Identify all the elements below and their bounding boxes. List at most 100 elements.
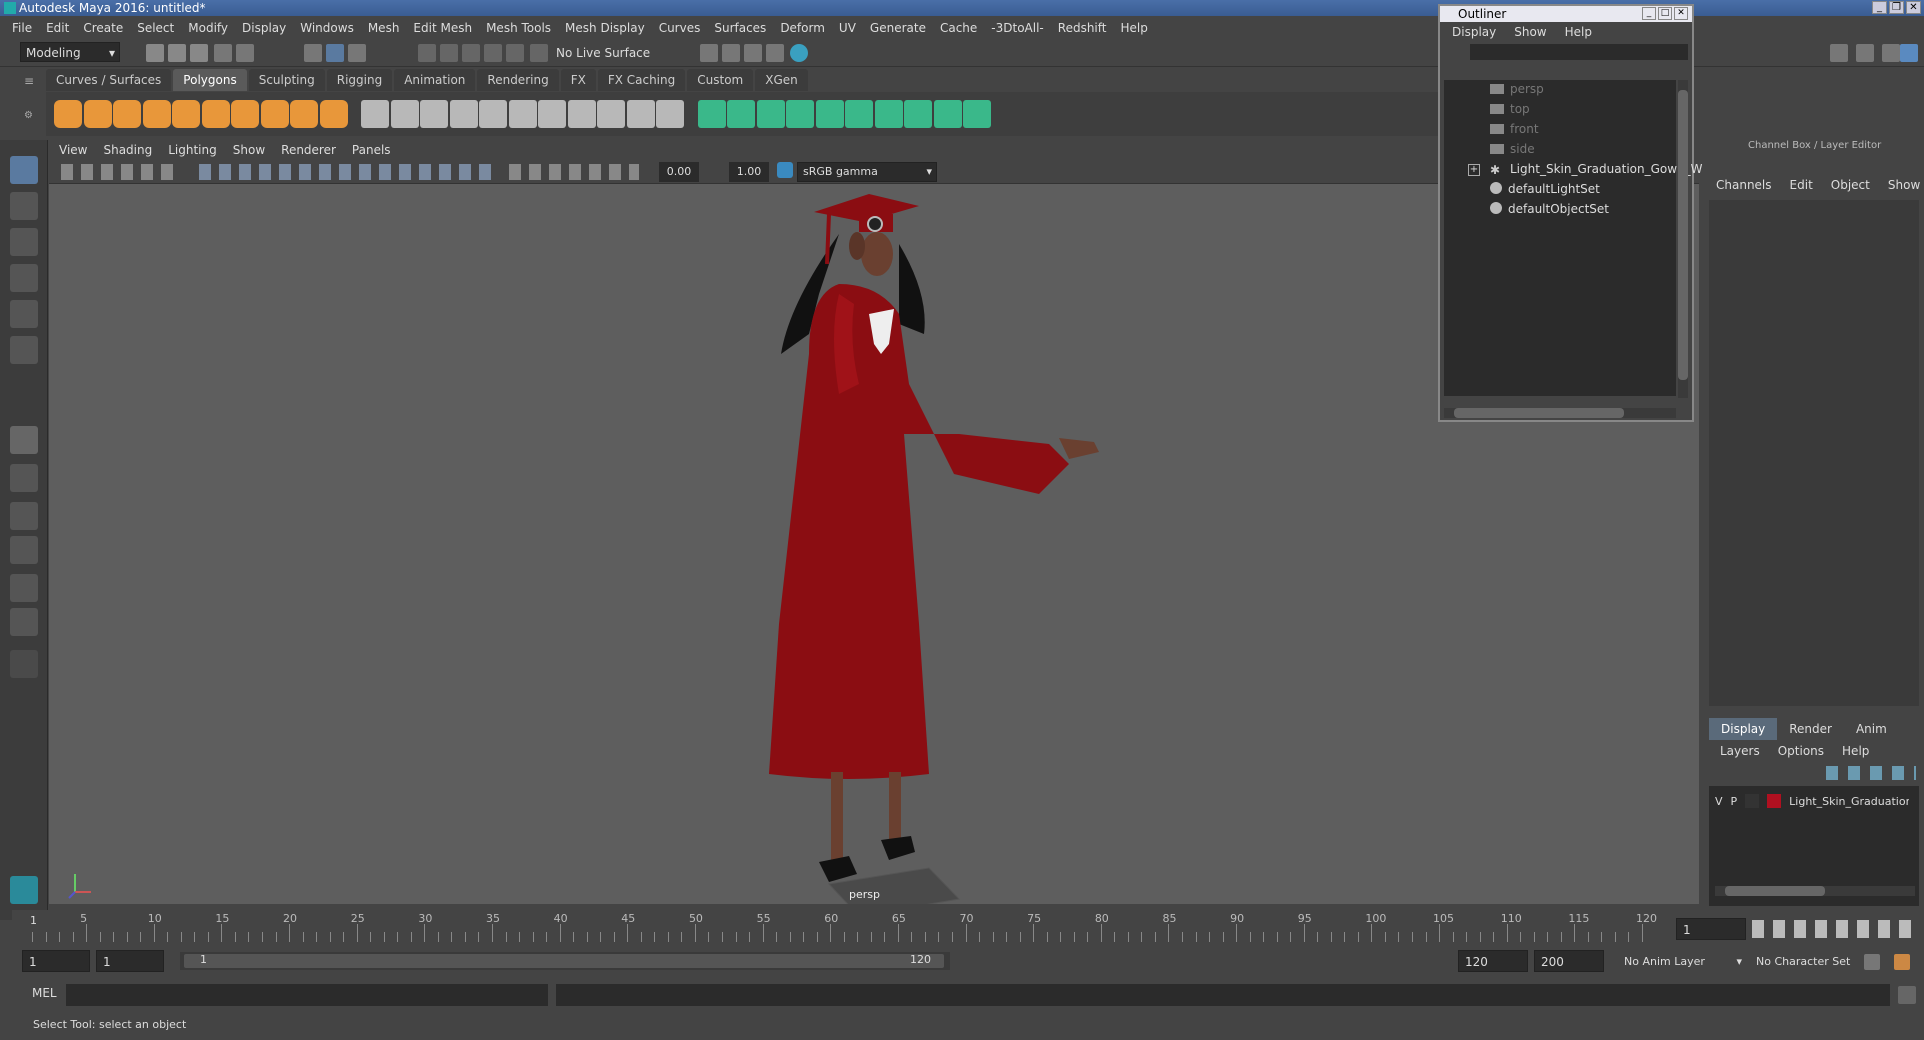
attribute-editor-icon[interactable]: [1856, 44, 1874, 62]
range-slider[interactable]: 1 120: [180, 952, 950, 970]
menu-mesh-tools[interactable]: Mesh Tools: [486, 21, 551, 35]
shelf-tab-xgen[interactable]: XGen: [755, 69, 808, 91]
outliner-hscroll-thumb[interactable]: [1454, 408, 1624, 418]
open-scene-icon[interactable]: [168, 44, 186, 62]
multi-cut-icon[interactable]: [697, 100, 726, 128]
channel-box-menu-show[interactable]: Show: [1888, 178, 1920, 192]
layout-icon[interactable]: [963, 100, 991, 128]
menu-redshift[interactable]: Redshift: [1058, 21, 1107, 35]
camera-tools-icon[interactable]: [61, 164, 181, 180]
select-hierarchy-icon[interactable]: [304, 44, 322, 62]
channel-box-area[interactable]: [1709, 200, 1919, 706]
viewport-menu-shading[interactable]: Shading: [103, 143, 152, 157]
shelf-tab-rigging[interactable]: Rigging: [326, 69, 393, 91]
menu-modify[interactable]: Modify: [188, 21, 228, 35]
single-perspective-layout-icon[interactable]: [10, 426, 38, 454]
channel-box-menu-edit[interactable]: Edit: [1790, 178, 1813, 192]
channel-box-menu-channels[interactable]: Channels: [1716, 178, 1772, 192]
viewport-menu-show[interactable]: Show: [233, 143, 265, 157]
current-frame-field[interactable]: 1: [1676, 918, 1746, 940]
outliner-item-gown[interactable]: ✱ Light_Skin_Graduation_Gown_W: [1490, 160, 1703, 178]
viewport-menu-renderer[interactable]: Renderer: [281, 143, 336, 157]
viewport-menu-view[interactable]: View: [59, 143, 87, 157]
menu-edit[interactable]: Edit: [46, 21, 69, 35]
shelf-tab-rendering[interactable]: Rendering: [477, 69, 559, 91]
color-space-dropdown[interactable]: sRGB gamma ▾: [797, 162, 937, 182]
playback-start-field[interactable]: 1: [96, 950, 164, 972]
outliner-item-defaultlightset[interactable]: defaultLightSet: [1490, 180, 1600, 198]
menu-curves[interactable]: Curves: [659, 21, 701, 35]
bevel-icon[interactable]: [597, 100, 625, 128]
cone-icon[interactable]: [142, 100, 171, 128]
isolate-tools-icon[interactable]: [509, 164, 639, 180]
transfer-icon[interactable]: [786, 100, 814, 128]
layer-name[interactable]: Light_Skin_Graduation: [1789, 795, 1909, 808]
outliner-vscroll-thumb[interactable]: [1678, 90, 1688, 380]
shelf-tab-fx-caching[interactable]: FX Caching: [597, 69, 686, 91]
redo-icon[interactable]: [236, 44, 254, 62]
shelf-settings-icon[interactable]: ⚙: [24, 110, 38, 124]
more-layouts-icon[interactable]: [10, 650, 38, 678]
auto-uv-icon[interactable]: [874, 100, 903, 128]
render-current-icon[interactable]: [722, 44, 740, 62]
rotate-tool-icon[interactable]: [10, 300, 38, 328]
script-editor-icon[interactable]: [1898, 986, 1916, 1004]
outliner-close-button[interactable]: ✕: [1674, 7, 1688, 20]
cube-icon[interactable]: [83, 100, 112, 128]
menu-generate[interactable]: Generate: [870, 21, 926, 35]
offset-loop-icon[interactable]: [727, 100, 755, 128]
layer-tab-render[interactable]: Render: [1777, 718, 1844, 740]
mirror-icon[interactable]: [508, 100, 537, 128]
paint-select-tool-icon[interactable]: [10, 228, 38, 256]
soccer-ball-icon[interactable]: [290, 100, 318, 128]
outliner-item-defaultobjectset[interactable]: defaultObjectSet: [1490, 200, 1609, 218]
layer-playback-toggle[interactable]: P: [1731, 795, 1738, 808]
outliner-vscrollbar[interactable]: [1678, 80, 1688, 398]
render-settings-icon[interactable]: [700, 44, 718, 62]
shelf-menu-icon[interactable]: ≡: [24, 74, 38, 88]
torus-icon[interactable]: [201, 100, 230, 128]
outliner-menu-display[interactable]: Display: [1452, 25, 1496, 39]
move-tool-icon[interactable]: [10, 264, 38, 292]
layer-type-toggle[interactable]: [1745, 794, 1760, 808]
layer-tools-icon[interactable]: [1826, 766, 1916, 780]
layer-tab-anim[interactable]: Anim: [1844, 718, 1899, 740]
graph-layout-icon[interactable]: [10, 574, 38, 602]
playback-end-field[interactable]: 120: [1458, 950, 1528, 972]
hypershade-icon[interactable]: [790, 44, 808, 62]
menu-file[interactable]: File: [12, 21, 32, 35]
character-set-dropdown[interactable]: No Character Set: [1756, 952, 1880, 972]
hypershade-layout-icon[interactable]: [10, 608, 38, 636]
outliner-search-field[interactable]: [1470, 44, 1688, 60]
viewport-menu-lighting[interactable]: Lighting: [168, 143, 217, 157]
snap-grid-icon[interactable]: [418, 44, 436, 62]
live-surface-label[interactable]: No Live Surface: [556, 44, 650, 62]
extract-icon[interactable]: [420, 100, 448, 128]
menu-mesh[interactable]: Mesh: [368, 21, 400, 35]
script-language-label[interactable]: MEL: [32, 986, 57, 1000]
snap-view-icon[interactable]: [484, 44, 502, 62]
extrude-icon[interactable]: [567, 100, 596, 128]
snap-point-icon[interactable]: [462, 44, 480, 62]
select-tool-icon[interactable]: [10, 156, 38, 184]
layer-hscrollbar[interactable]: [1715, 886, 1915, 896]
menu-deform[interactable]: Deform: [780, 21, 825, 35]
snap-surface-icon[interactable]: [506, 44, 524, 62]
smooth-icon[interactable]: [449, 100, 478, 128]
preferences-icon[interactable]: [1894, 954, 1910, 970]
layer-row[interactable]: V P Light_Skin_Graduation: [1715, 792, 1915, 810]
uv-editor-icon[interactable]: [815, 100, 844, 128]
shelf-tab-sculpting[interactable]: Sculpting: [248, 69, 325, 91]
close-button[interactable]: ✕: [1906, 1, 1921, 14]
menu-select[interactable]: Select: [137, 21, 174, 35]
ipr-render-icon[interactable]: [744, 44, 762, 62]
menu-surfaces[interactable]: Surfaces: [714, 21, 766, 35]
menu-display[interactable]: Display: [242, 21, 286, 35]
save-scene-icon[interactable]: [190, 44, 208, 62]
workspace-icon[interactable]: [1830, 44, 1848, 62]
channel-box-toggle-icon[interactable]: [1900, 44, 1918, 62]
cylinder-icon[interactable]: [113, 100, 141, 128]
shelf-tab-curves-surfaces[interactable]: Curves / Surfaces: [46, 69, 172, 91]
new-scene-icon[interactable]: [146, 44, 164, 62]
layer-hscroll-thumb[interactable]: [1725, 886, 1825, 896]
